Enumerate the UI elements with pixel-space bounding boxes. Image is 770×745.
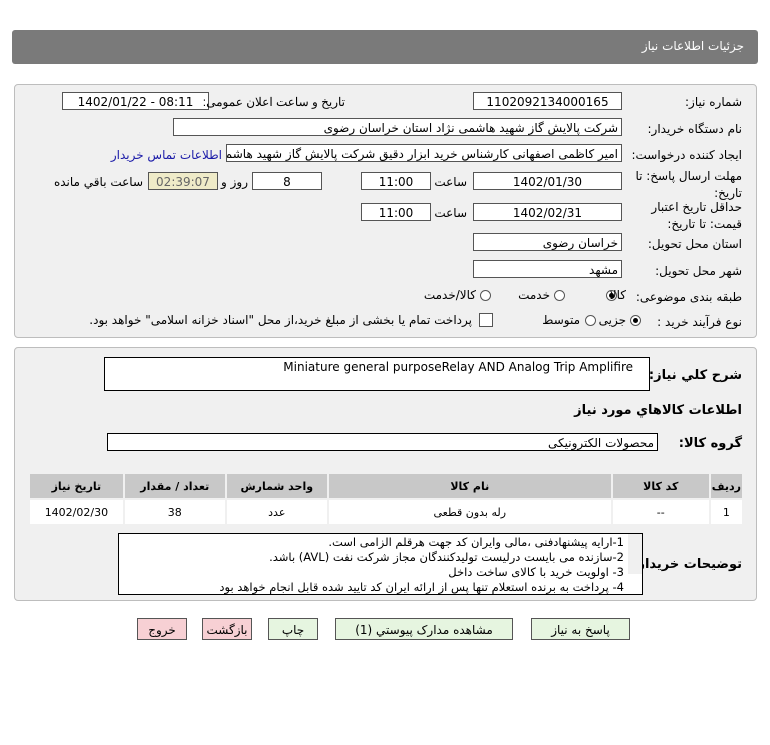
exit-button[interactable]: خروج: [137, 618, 187, 640]
treasury-payment-checkbox[interactable]: [479, 313, 493, 327]
need-number-label: شماره نیاز:: [685, 95, 742, 109]
process-radio-minor[interactable]: [630, 315, 641, 326]
deadline-time-label: ساعت: [434, 175, 467, 189]
need-number-field[interactable]: 1102092134000165: [473, 92, 622, 110]
table-header-row: ردیف کد کالا نام کالا واحد شمارش تعداد /…: [28, 472, 745, 500]
notes-scrollbar[interactable]: [628, 534, 642, 574]
days-field[interactable]: 8: [252, 172, 322, 190]
goods-table: ردیف کد کالا نام کالا واحد شمارش تعداد /…: [28, 472, 745, 526]
process-option-minor: جزیی: [598, 313, 626, 327]
title-bar: جزئیات اطلاعات نیاز: [12, 30, 758, 64]
process-option-medium: متوسط: [542, 313, 580, 327]
back-button[interactable]: بازگشت: [202, 618, 252, 640]
remaining-time-field: 02:39:07: [148, 172, 218, 190]
validity-date-field[interactable]: 1402/02/31: [473, 203, 622, 221]
cell-name: رله بدون قطعی: [326, 498, 613, 526]
days-label: روز و: [221, 175, 248, 189]
announce-field[interactable]: 1402/01/22 - 08:11: [62, 92, 209, 110]
buyer-org-label: نام دستگاه خریدار:: [647, 122, 743, 136]
note-line: 1-ارایه پیشنهادفنی ،مالی وایران کد جهت ه…: [328, 535, 624, 549]
announce-label: تاریخ و ساعت اعلان عمومی:: [202, 95, 345, 109]
reply-button[interactable]: پاسخ به نیاز: [531, 618, 630, 640]
note-line: 4- پرداخت به برنده استعلام تنها پس از ار…: [219, 580, 624, 594]
notes-label: توضیحات خریدار:: [632, 557, 742, 572]
note-line: 3- اولویت خرید با کالای ساخت داخل: [448, 565, 624, 579]
province-label: استان محل تحویل:: [647, 237, 742, 251]
col-name: نام کالا: [326, 472, 613, 500]
notes-textarea[interactable]: 1-ارایه پیشنهادفنی ،مالی وایران کد جهت ه…: [118, 533, 643, 595]
cell-unit: عدد: [224, 498, 329, 526]
category-radio-goods-service[interactable]: [480, 290, 491, 301]
treasury-payment-note: پرداخت تمام یا بخشی از مبلغ خرید،از محل …: [89, 313, 472, 327]
deadline-date-field[interactable]: 1402/01/30: [473, 172, 622, 190]
page-title: جزئیات اطلاعات نیاز: [641, 39, 744, 53]
view-attachments-button[interactable]: مشاهده مدارک پیوستي (1): [335, 618, 513, 640]
deadline-time-field[interactable]: 11:00: [361, 172, 431, 190]
col-qty: تعداد / مقدار: [122, 472, 227, 500]
col-date: تاریخ نیاز: [28, 472, 125, 500]
goods-group-field[interactable]: محصولات الکترونیکی: [107, 433, 658, 451]
cell-row: 1: [708, 498, 745, 526]
category-option-goods: کالا: [609, 288, 626, 302]
buyer-org-field[interactable]: شرکت پالایش گاز شهید هاشمی نژاد استان خر…: [173, 118, 622, 136]
summary-textarea[interactable]: Miniature general purposeRelay AND Analo…: [104, 357, 650, 391]
print-button[interactable]: چاپ: [268, 618, 318, 640]
contact-buyer-link[interactable]: اطلاعات تماس خریدار: [111, 148, 222, 162]
category-option-service: خدمت: [518, 288, 550, 302]
col-unit: واحد شمارش: [224, 472, 329, 500]
validity-time-label: ساعت: [434, 206, 467, 220]
city-label: شهر محل تحویل:: [655, 264, 742, 278]
validity-time-field[interactable]: 11:00: [361, 203, 431, 221]
cell-code: --: [610, 498, 711, 526]
table-row: 1 -- رله بدون قطعی عدد 38 1402/02/30: [28, 498, 745, 526]
city-field[interactable]: مشهد: [473, 260, 622, 278]
category-radio-service[interactable]: [554, 290, 565, 301]
summary-label: شرح کلي نياز:: [648, 368, 742, 383]
summary-text: Miniature general purposeRelay AND Analo…: [283, 360, 633, 374]
deadline-label: مهلت ارسال پاسخ: تا تاریخ:: [635, 169, 742, 200]
creator-field[interactable]: امیر کاظمی اصفهانی کارشناس خرید ابزار دق…: [226, 144, 622, 162]
goods-group-label: گروه کالا:: [678, 436, 742, 451]
note-line: 2-سازنده می بایست درلیست تولیدکنندگان مج…: [269, 550, 624, 564]
validity-label: حداقل تاریخ اعتبار قیمت: تا تاریخ:: [651, 200, 742, 231]
cell-date: 1402/02/30: [28, 498, 125, 526]
province-field[interactable]: خراسان رضوی: [473, 233, 622, 251]
creator-label: ایجاد کننده درخواست:: [631, 148, 742, 162]
col-code: کد کالا: [610, 472, 711, 500]
col-row: ردیف: [708, 472, 745, 500]
goods-info-title: اطلاعات کالاهاي مورد نياز: [574, 403, 742, 418]
process-radio-medium[interactable]: [585, 315, 596, 326]
cell-qty: 38: [122, 498, 227, 526]
remaining-label: ساعت باقي مانده: [53, 175, 143, 189]
category-label: طبقه بندی موضوعی:: [635, 290, 742, 304]
process-label: نوع فرآیند خرید :: [657, 315, 742, 329]
category-option-goods-service: کالا/خدمت: [423, 288, 476, 302]
